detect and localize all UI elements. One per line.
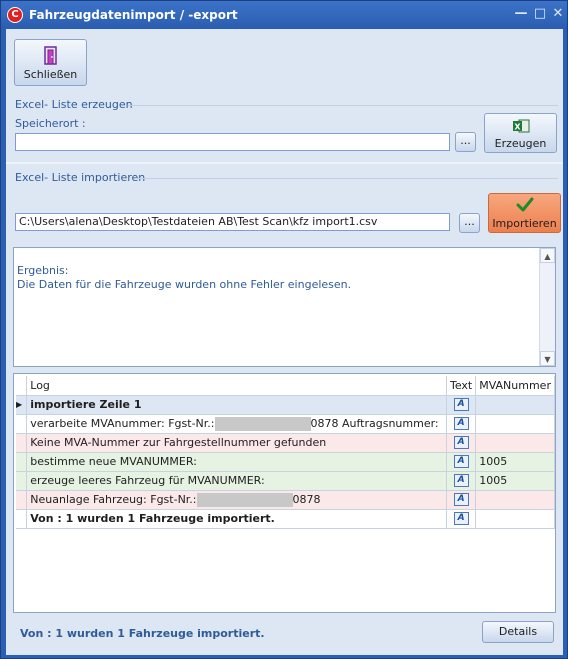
log-cell: Keine MVA-Nummer zur Fahrgestellnummer g… (26, 433, 447, 453)
column-header-log[interactable]: Log (26, 376, 447, 396)
section-separator (6, 162, 563, 164)
mva-cell (475, 395, 555, 415)
text-icon[interactable]: A (453, 455, 469, 469)
close-window-icon[interactable]: ✕ (550, 6, 566, 22)
result-message: Die Daten für die Fahrzeuge wurden ohne … (17, 278, 352, 291)
text-icon[interactable]: A (453, 493, 469, 507)
mva-cell (475, 414, 555, 434)
mva-cell: 1005 (475, 471, 555, 491)
export-group-title: Excel- Liste erzeugen (15, 98, 133, 111)
log-grid[interactable]: Log Text MVANummer ▶ importiere Zeile 1 … (13, 373, 556, 613)
log-cell: verarbeite MVAnummer: Fgst-Nr.: 0878 Auft… (26, 414, 447, 434)
excel-icon: X (513, 119, 530, 133)
mva-cell (475, 490, 555, 510)
main-window: C Fahrzeugdatenimport / -export — □ ✕ Sc… (0, 0, 568, 659)
result-text: Ergebnis: Die Daten für die Fahrzeuge wu… (17, 264, 351, 292)
close-button[interactable]: Schließen (14, 39, 87, 86)
mva-cell: 1005 (475, 452, 555, 472)
import-group-divider (136, 178, 558, 179)
text-icon[interactable]: A (453, 474, 469, 488)
door-exit-icon (44, 46, 57, 65)
storage-location-label: Speicherort : (15, 117, 86, 130)
redacted-vin (214, 416, 311, 431)
redacted-vin (196, 492, 293, 507)
text-icon[interactable]: A (453, 398, 469, 412)
close-button-label: Schließen (23, 68, 78, 81)
row-indicator-header (16, 376, 28, 396)
import-file-input[interactable]: C:\Users\alena\Desktop\Testdateien AB\Te… (15, 213, 450, 231)
status-message: Von : 1 wurden 1 Fahrzeuge importiert. (20, 627, 265, 640)
log-cell: Von : 1 wurden 1 Fahrzeuge importiert. (26, 509, 447, 529)
import-group-title: Excel- Liste importieren (15, 171, 146, 184)
details-button[interactable]: Details (482, 621, 554, 643)
column-header-mva[interactable]: MVANummer (475, 376, 555, 396)
mva-cell (475, 433, 555, 453)
log-cell: Neuanlage Fahrzeug: Fgst-Nr.: 0878 (26, 490, 447, 510)
window-title: Fahrzeugdatenimport / -export (29, 8, 238, 22)
log-cell: erzeuge leeres Fahrzeug für MVANUMMER: (26, 471, 447, 491)
scroll-down-icon[interactable]: ▼ (540, 351, 555, 366)
table-row[interactable]: bestimme neue MVANUMMER: A 1005 (16, 452, 555, 472)
result-textbox[interactable]: Ergebnis: Die Daten für die Fahrzeuge wu… (13, 247, 556, 367)
current-row-indicator-icon: ▶ (16, 395, 28, 415)
column-header-text[interactable]: Text (446, 376, 477, 396)
text-icon[interactable]: A (453, 417, 469, 431)
text-icon[interactable]: A (453, 436, 469, 450)
table-row[interactable]: Von : 1 wurden 1 Fahrzeuge importiert. A (16, 509, 555, 529)
log-cell: bestimme neue MVANUMMER: (26, 452, 447, 472)
import-browse-button[interactable]: ... (459, 213, 480, 233)
text-icon[interactable]: A (453, 512, 469, 526)
log-prefix: Neuanlage Fahrzeug: Fgst-Nr.: (30, 492, 197, 506)
log-table: Log Text MVANummer ▶ importiere Zeile 1 … (16, 376, 555, 529)
create-button[interactable]: X Erzeugen (484, 113, 557, 153)
scroll-up-icon[interactable]: ▲ (540, 248, 555, 263)
app-icon: C (7, 7, 23, 23)
log-cell: importiere Zeile 1 (26, 395, 447, 415)
storage-location-input[interactable] (15, 133, 450, 151)
maximize-icon[interactable]: □ (532, 6, 548, 22)
log-suffix: 0878 (292, 492, 321, 506)
create-button-label: Erzeugen (494, 137, 547, 150)
table-row[interactable]: erzeuge leeres Fahrzeug für MVANUMMER: A… (16, 471, 555, 491)
table-row[interactable]: ▶ importiere Zeile 1 A (16, 395, 555, 415)
result-heading: Ergebnis: (17, 264, 69, 277)
minimize-icon[interactable]: — (513, 6, 529, 22)
svg-text:X: X (514, 123, 521, 132)
import-button-label: Importieren (492, 217, 557, 230)
table-row[interactable]: verarbeite MVAnummer: Fgst-Nr.: 0878 Auft… (16, 414, 555, 434)
dialog-body: Schließen Excel- Liste erzeugen Speicher… (6, 29, 563, 655)
table-row[interactable]: Keine MVA-Nummer zur Fahrgestellnummer g… (16, 433, 555, 453)
storage-browse-button[interactable]: ... (455, 132, 476, 152)
log-suffix: 0878 Auftragsnummer: (310, 416, 439, 430)
checkmark-icon (516, 197, 534, 212)
log-table-header: Log Text MVANummer (16, 376, 555, 396)
title-bar[interactable]: C Fahrzeugdatenimport / -export — □ ✕ (1, 1, 567, 29)
table-row[interactable]: Neuanlage Fahrzeug: Fgst-Nr.: 0878 A (16, 490, 555, 510)
result-scrollbar[interactable]: ▲ ▼ (539, 248, 555, 366)
export-group-divider (128, 105, 558, 106)
import-button[interactable]: Importieren (488, 193, 561, 233)
mva-cell (475, 509, 555, 529)
log-prefix: verarbeite MVAnummer: Fgst-Nr.: (30, 416, 215, 430)
